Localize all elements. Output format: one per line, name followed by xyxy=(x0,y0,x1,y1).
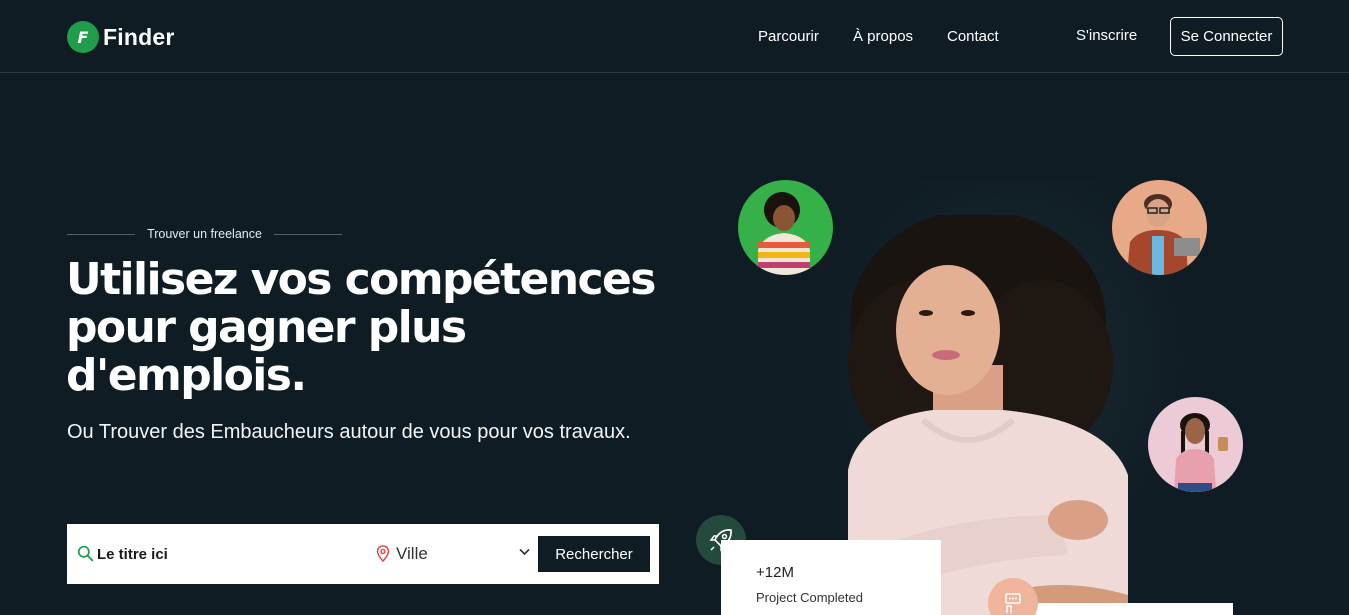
city-select-value: Ville xyxy=(396,544,428,563)
avatar-2-image xyxy=(1127,194,1200,275)
login-button[interactable]: Se Connecter xyxy=(1170,17,1283,56)
signup-link[interactable]: S'inscrire xyxy=(1076,27,1137,44)
search-icon xyxy=(77,545,94,562)
logo[interactable]: F Finder xyxy=(67,21,174,53)
stat-label: Project Completed xyxy=(756,590,863,605)
avatar-freelancer-1 xyxy=(738,180,833,275)
logo-text: Finder xyxy=(103,23,175,50)
info-card-partial xyxy=(1033,603,1233,615)
city-select[interactable]: Ville xyxy=(396,541,534,567)
logo-badge: F xyxy=(67,21,99,53)
board-icon xyxy=(1005,593,1021,613)
eyebrow: Trouver un freelance xyxy=(67,227,342,241)
avatar-3-image xyxy=(1174,413,1228,492)
location-pin-icon xyxy=(376,545,390,562)
avatar-1-image xyxy=(758,192,810,275)
top-navigation: F Finder Parcourir À propos Contact S'in… xyxy=(0,0,1349,73)
avatar-freelancer-2 xyxy=(1112,180,1207,275)
hero-subtitle: Ou Trouver des Embaucheurs autour de vou… xyxy=(67,421,631,443)
nav-link-a-propos[interactable]: À propos xyxy=(853,28,913,45)
hero-headline: Utilisez vos compétences pour gagner plu… xyxy=(66,254,656,401)
stat-value: +12M xyxy=(756,564,794,581)
chevron-down-icon xyxy=(519,548,530,556)
title-search-input[interactable] xyxy=(97,542,357,566)
search-bar: Ville Rechercher xyxy=(67,524,659,584)
search-button[interactable]: Rechercher xyxy=(538,536,650,572)
eyebrow-line-left xyxy=(67,233,136,235)
nav-link-contact[interactable]: Contact xyxy=(947,28,999,45)
stat-card-projects: +12M Project Completed xyxy=(721,540,941,615)
eyebrow-line-right xyxy=(273,233,342,235)
eyebrow-text: Trouver un freelance xyxy=(147,227,262,241)
avatar-freelancer-3 xyxy=(1148,397,1243,492)
nav-link-parcourir[interactable]: Parcourir xyxy=(758,28,819,45)
